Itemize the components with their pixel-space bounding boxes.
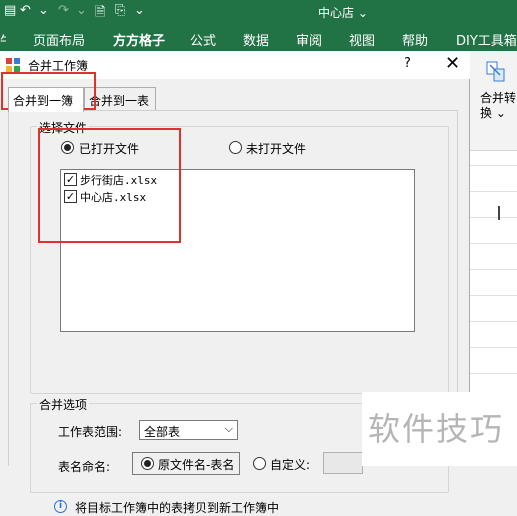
dialog-title-bar: 合并工作簿 ? ✕ (0, 51, 470, 79)
tab-fangfang[interactable]: 方方格子 (113, 30, 165, 49)
tab-review[interactable]: 审阅 (296, 30, 322, 49)
merge-convert-icon[interactable] (486, 61, 506, 83)
chevron-down-icon: ⌵ (224, 422, 233, 435)
undo-icon[interactable]: ↶ (20, 3, 31, 18)
format-painter-icon[interactable]: ⎘ (115, 3, 125, 18)
redo-dropdown-icon[interactable]: ⌄ (76, 3, 87, 18)
excel-title-bar: ▤ ↶ ⌄ ↷ ⌄ 🗎 ⎘ ⌄ 中心店 ⌄ (0, 0, 517, 25)
dialog-tabs: 合并到一簿 合并到一表 (8, 87, 463, 112)
file-name: 步行街店.xlsx (80, 174, 158, 187)
opened-files-radio[interactable] (61, 141, 74, 154)
unopened-files-label[interactable]: 未打开文件 (246, 140, 306, 157)
tab-partial[interactable]: 牛 (0, 30, 6, 49)
tab-view[interactable]: 视图 (349, 30, 375, 49)
naming-custom-radio[interactable] (253, 457, 266, 470)
select-files-legend: 选择文件 (37, 119, 90, 136)
document-icon[interactable]: 🗎 (95, 3, 105, 25)
ribbon-tabs: 牛 页面布局 方方格子 公式 数据 审阅 视图 帮助 DIY工具箱 (0, 25, 517, 51)
help-button[interactable]: ? (404, 56, 411, 71)
dialog-title: 合并工作簿 (28, 59, 89, 73)
tab-help[interactable]: 帮助 (402, 30, 428, 49)
list-item[interactable]: ✓ 中心店.xlsx (61, 187, 414, 204)
naming-option1-box[interactable]: 原文件名-表名 (132, 452, 240, 475)
sheet-name-label: 表名命名: (58, 460, 111, 474)
file-name: 中心店.xlsx (80, 191, 147, 204)
tab-merge-to-sheet[interactable]: 合并到一表 (84, 87, 156, 111)
app-icon (6, 58, 20, 72)
merge-convert-label-1: 合并转 (480, 91, 517, 105)
more-commands-icon[interactable]: ⌄ (134, 3, 145, 18)
document-title[interactable]: 中心店 ⌄ (318, 4, 368, 21)
sheet-range-select[interactable]: 全部表 ⌵ (139, 420, 238, 440)
merge-convert-button[interactable]: 合并转 换 ⌄ (480, 91, 517, 121)
tab-merge-to-workbook[interactable]: 合并到一簿 (8, 87, 84, 112)
unopened-files-radio[interactable] (229, 141, 242, 154)
tab-data[interactable]: 数据 (243, 30, 269, 49)
file-checkbox[interactable]: ✓ (64, 173, 77, 186)
redo-icon[interactable]: ↷ (58, 3, 69, 18)
opened-files-label[interactable]: 已打开文件 (79, 140, 139, 157)
list-item[interactable]: ✓ 步行街店.xlsx (61, 170, 414, 187)
merge-options-legend: 合并选项 (37, 396, 90, 413)
watermark: 软件技巧 (362, 392, 517, 466)
naming-custom-label[interactable]: 自定义: (270, 456, 310, 473)
ribbon-body: 合并转 换 ⌄ (470, 51, 517, 151)
tab-page-layout[interactable]: 页面布局 (33, 30, 85, 49)
merge-convert-label-2: 换 ⌄ (480, 106, 506, 120)
save-icon[interactable]: ▤ (4, 3, 16, 18)
tab-diy-toolbox[interactable]: DIY工具箱 (456, 30, 517, 49)
naming-option1-radio[interactable] (141, 457, 154, 470)
select-files-group: 选择文件 已打开文件 未打开文件 ✓ 步行街店.xlsx ✓ 中心店.xlsx (30, 119, 449, 394)
file-list[interactable]: ✓ 步行街店.xlsx ✓ 中心店.xlsx (60, 169, 415, 332)
formula-cursor (498, 206, 500, 220)
undo-dropdown-icon[interactable]: ⌄ (38, 3, 49, 18)
info-text: 将目标工作簿中的表拷贝到新工作簿中 (75, 501, 280, 515)
sheet-range-value: 全部表 (144, 425, 181, 439)
sheet-range-label: 工作表范围: (58, 425, 123, 439)
file-checkbox[interactable]: ✓ (64, 190, 77, 203)
close-button[interactable]: ✕ (445, 53, 460, 74)
info-icon: i (54, 500, 67, 513)
tab-formulas[interactable]: 公式 (190, 30, 216, 49)
naming-option1-label[interactable]: 原文件名-表名 (158, 456, 234, 473)
custom-name-input[interactable] (323, 452, 363, 474)
